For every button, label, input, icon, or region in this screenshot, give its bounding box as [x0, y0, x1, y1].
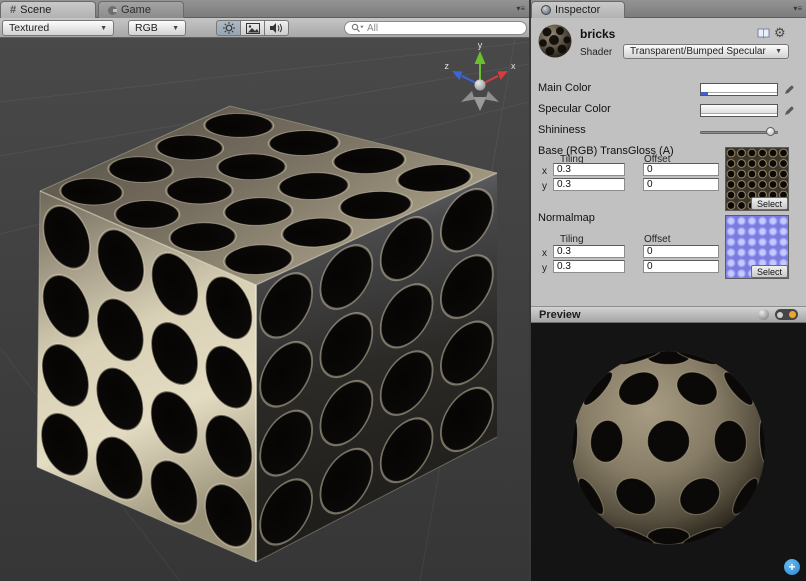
- eyedropper-icon[interactable]: [783, 82, 794, 95]
- offset-header: Offset: [644, 234, 671, 245]
- scene-grid-icon: #: [10, 5, 16, 15]
- toggle-dot-active-icon: [789, 311, 796, 318]
- shader-label: Shader: [580, 47, 612, 58]
- search-input[interactable]: All: [344, 21, 527, 35]
- tab-scene[interactable]: # Scene: [0, 1, 96, 18]
- eyedropper-icon[interactable]: [783, 103, 794, 116]
- preview-options-toggle[interactable]: [775, 309, 798, 320]
- audio-icon: [269, 22, 284, 34]
- specular-color-label: Specular Color: [538, 103, 611, 115]
- gizmo-back-handle[interactable]: [474, 97, 487, 111]
- preview-header: Preview: [531, 306, 806, 323]
- image-icon: [246, 23, 260, 34]
- gizmo-y-label: y: [478, 40, 483, 50]
- normal-offset-y-input[interactable]: [643, 260, 719, 273]
- audio-toggle-button[interactable]: [264, 20, 289, 36]
- specular-color-swatch[interactable]: [700, 104, 778, 117]
- tab-game-label: Game: [121, 4, 151, 16]
- material-name: bricks: [580, 27, 615, 41]
- unity-editor-window: # Scene Game ▾≡ Textured ▼ RGB ▼: [0, 0, 806, 581]
- help-book-icon[interactable]: [757, 27, 770, 39]
- scene-tabbar: # Scene Game ▾≡: [0, 0, 529, 18]
- gizmo-center-ball[interactable]: [475, 80, 486, 91]
- main-color-label: Main Color: [538, 82, 591, 94]
- shader-value: Transparent/Bumped Specular: [630, 46, 766, 57]
- shininess-label: Shininess: [538, 124, 586, 136]
- normal-offset-x-input[interactable]: [643, 245, 719, 258]
- scene-toolbar: Textured ▼ RGB ▼: [0, 18, 529, 38]
- normal-tiling-x-input[interactable]: [553, 245, 625, 258]
- color-mode-dropdown[interactable]: RGB ▼: [128, 20, 186, 36]
- alpha-bar: [701, 92, 777, 95]
- inspector-icon: [541, 5, 551, 15]
- render-mode-button[interactable]: [240, 20, 265, 36]
- color-mode-value: RGB: [135, 22, 158, 34]
- main-color-swatch[interactable]: [700, 83, 778, 96]
- x-axis-cone[interactable]: [498, 71, 509, 80]
- shader-dropdown[interactable]: Transparent/Bumped Specular ▼: [623, 44, 789, 59]
- inspector-panel: Inspector ▾≡ bricks Shader Transparent/B…: [531, 0, 806, 581]
- gizmo-back-handle[interactable]: [461, 91, 475, 102]
- tab-inspector[interactable]: Inspector: [531, 1, 625, 18]
- lighting-toggle-button[interactable]: [216, 20, 241, 36]
- preview-render: [531, 323, 806, 581]
- toggle-dot-icon: [777, 312, 783, 318]
- tab-game[interactable]: Game: [98, 1, 184, 18]
- alpha-marker: [701, 92, 708, 95]
- tab-inspector-label: Inspector: [555, 4, 600, 16]
- search-text: All: [367, 23, 378, 34]
- normal-map-label: Normalmap: [538, 212, 595, 224]
- preview-label: Preview: [539, 309, 581, 321]
- gizmo-z-label: z: [445, 61, 450, 71]
- search-icon: [351, 23, 364, 33]
- row-y-label: y: [542, 263, 547, 274]
- draw-mode-value: Textured: [9, 22, 49, 34]
- base-offset-x-input[interactable]: [643, 163, 719, 176]
- tiling-header: Tiling: [560, 234, 584, 245]
- row-x-label: x: [542, 248, 547, 259]
- shininess-slider-thumb[interactable]: [766, 127, 775, 136]
- scene-pane-menu-icon[interactable]: ▾≡: [516, 4, 525, 13]
- scene-3d-view[interactable]: y x z: [0, 38, 529, 581]
- chevron-down-icon: ▼: [775, 48, 782, 55]
- draw-mode-dropdown[interactable]: Textured ▼: [2, 20, 114, 36]
- sun-icon: [222, 21, 236, 35]
- row-x-label: x: [542, 166, 547, 177]
- row-y-label: y: [542, 181, 547, 192]
- scene-panel: # Scene Game ▾≡ Textured ▼ RGB ▼: [0, 0, 529, 581]
- z-axis-cone[interactable]: [452, 71, 463, 80]
- chevron-down-icon: ▼: [100, 25, 107, 32]
- normal-select-button[interactable]: Select: [751, 265, 788, 278]
- game-icon: [108, 6, 117, 15]
- material-preview-area[interactable]: +: [531, 323, 806, 581]
- inspector-pane-menu-icon[interactable]: ▾≡: [793, 4, 802, 13]
- gizmo-x-label: x: [511, 61, 516, 71]
- add-button[interactable]: +: [784, 559, 800, 575]
- normal-texture-thumbnail[interactable]: Select: [725, 215, 789, 279]
- y-axis-cone[interactable]: [475, 51, 486, 64]
- gizmo-back-handle[interactable]: [486, 91, 500, 102]
- base-select-button[interactable]: Select: [751, 197, 788, 210]
- chevron-down-icon: ▼: [172, 25, 179, 32]
- base-offset-y-input[interactable]: [643, 178, 719, 191]
- base-texture-thumbnail[interactable]: Select: [725, 147, 789, 211]
- textured-cube[interactable]: [37, 106, 497, 562]
- preview-shape-icon[interactable]: [758, 309, 769, 320]
- alpha-bar: [701, 113, 777, 116]
- normal-tiling-y-input[interactable]: [553, 260, 625, 273]
- inspector-tabbar: Inspector ▾≡: [531, 0, 806, 18]
- scene-viewport[interactable]: y x z: [0, 38, 529, 581]
- base-tiling-x-input[interactable]: [553, 163, 625, 176]
- gear-icon[interactable]: ⚙: [774, 26, 786, 39]
- base-tiling-y-input[interactable]: [553, 178, 625, 191]
- material-preview-icon: [537, 23, 573, 59]
- tab-scene-label: Scene: [20, 4, 51, 16]
